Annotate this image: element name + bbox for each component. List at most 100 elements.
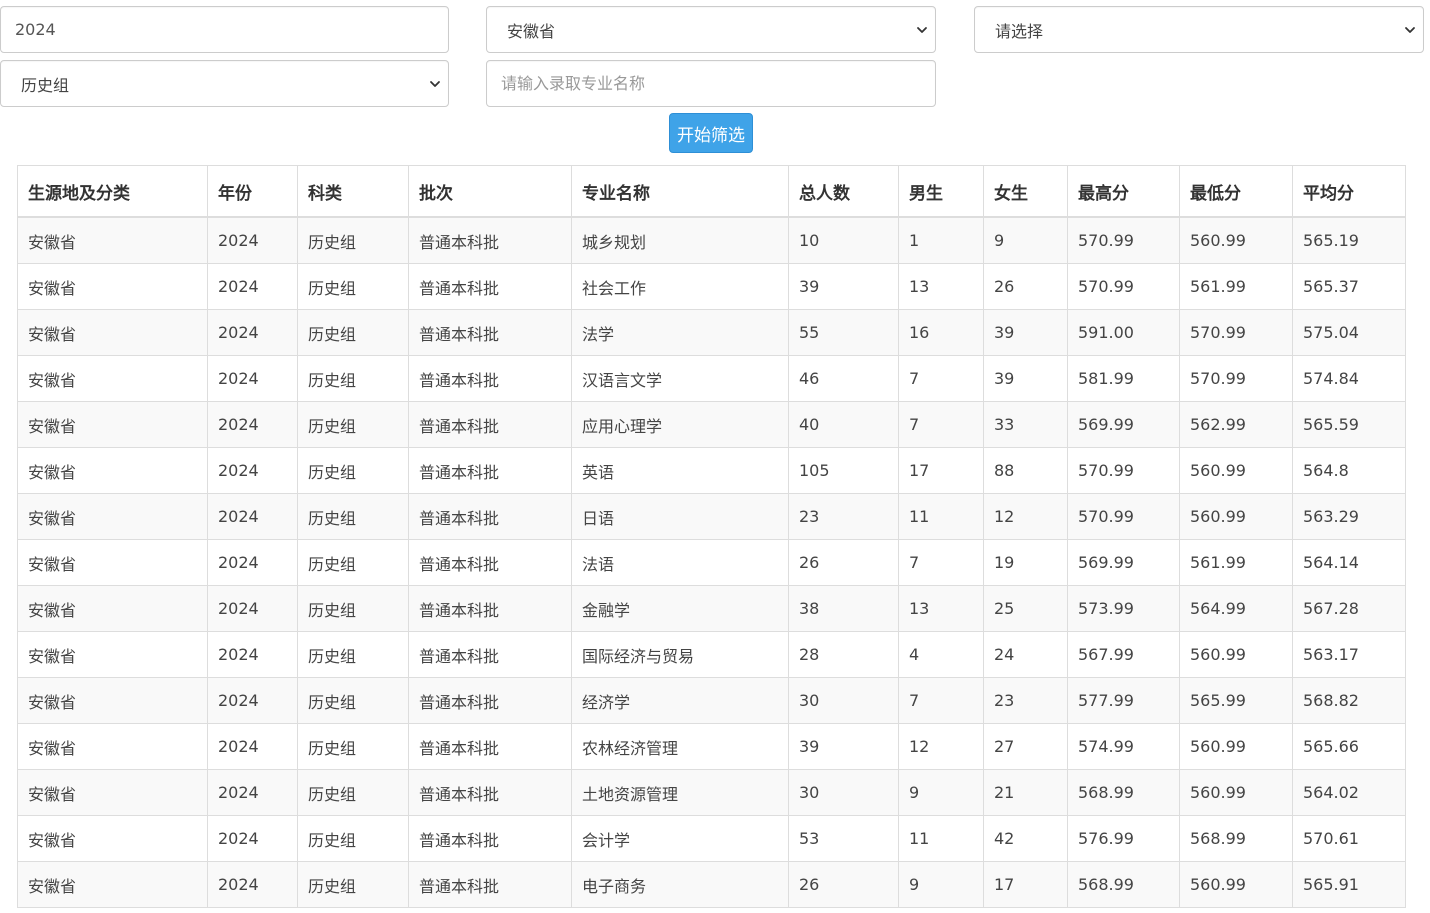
- table-header-col-year: 年份: [207, 165, 298, 218]
- min-score-cell: 564.99: [1179, 585, 1293, 632]
- avg-score-cell: 570.61: [1292, 815, 1406, 862]
- results-table: 生源地及分类 年份 科类 批次 专业名称 总人数 男生 女生 最高分 最低分 平均分 安徽省 2024…: [17, 165, 1406, 908]
- male-cell: 16: [898, 309, 984, 356]
- male-cell: 7: [898, 677, 984, 724]
- batch-cell: 普通本科批: [408, 585, 572, 632]
- year-input-value[interactable]: 2024: [15, 20, 56, 39]
- table-row: 安徽省 2024 历史组 普通本科批 电子商务 26 9 17 568.99 560.99 565.…: [17, 861, 1406, 908]
- subject-select[interactable]: 历史组: [0, 60, 449, 107]
- subject-cell: 历史组: [297, 355, 409, 402]
- subject-cell: 历史组: [297, 447, 409, 494]
- origin-cell: 安徽省: [17, 447, 208, 494]
- female-cell: 19: [983, 539, 1068, 586]
- origin-cell: 安徽省: [17, 769, 208, 816]
- table-header-row: 生源地及分类 年份 科类 批次 专业名称 总人数 男生 女生 最高分 最低分 平均分: [17, 165, 1406, 218]
- avg-score-cell: 564.14: [1292, 539, 1406, 586]
- major-cell: 城乡规划: [571, 216, 789, 264]
- table-header-col-subject: 科类: [297, 165, 409, 218]
- start-filter-button[interactable]: 开始筛选: [669, 113, 753, 153]
- table-row: 安徽省 2024 历史组 普通本科批 经济学 30 7 23 577.99 565.99 568.8…: [17, 677, 1406, 724]
- batch-cell: 普通本科批: [408, 447, 572, 494]
- batch-cell: 普通本科批: [408, 861, 572, 908]
- avg-score-cell: 565.19: [1292, 216, 1406, 264]
- origin-cell: 安徽省: [17, 723, 208, 770]
- female-cell: 17: [983, 861, 1068, 908]
- subject-cell: 历史组: [297, 769, 409, 816]
- major-name-field[interactable]: [486, 60, 936, 107]
- min-score-cell: 565.99: [1179, 677, 1293, 724]
- total-cell: 40: [788, 401, 899, 448]
- table-row: 安徽省 2024 历史组 普通本科批 法语 26 7 19 569.99 561.99 564.14: [17, 539, 1406, 586]
- female-cell: 9: [983, 216, 1068, 264]
- batch-cell: 普通本科批: [408, 263, 572, 310]
- min-score-cell: 560.99: [1179, 769, 1293, 816]
- subject-cell: 历史组: [297, 263, 409, 310]
- province-select-value: 安徽省: [507, 21, 556, 41]
- major-cell: 电子商务: [571, 861, 789, 908]
- batch-cell: 普通本科批: [408, 769, 572, 816]
- subject-cell: 历史组: [297, 677, 409, 724]
- avg-score-cell: 567.28: [1292, 585, 1406, 632]
- max-score-cell: 573.99: [1067, 585, 1180, 632]
- batch-cell: 普通本科批: [408, 539, 572, 586]
- male-cell: 7: [898, 355, 984, 402]
- table-header-col-male: 男生: [898, 165, 984, 218]
- origin-cell: 安徽省: [17, 401, 208, 448]
- batch-cell: 普通本科批: [408, 309, 572, 356]
- year-input[interactable]: 2024: [0, 6, 449, 53]
- origin-cell: 安徽省: [17, 216, 208, 264]
- avg-score-cell: 565.59: [1292, 401, 1406, 448]
- table-row: 安徽省 2024 历史组 普通本科批 法学 55 16 39 591.00 570.99 575.0…: [17, 309, 1406, 356]
- table-row: 安徽省 2024 历史组 普通本科批 国际经济与贸易 28 4 24 567.99 560.99 5…: [17, 631, 1406, 678]
- subject-select-value: 历史组: [21, 75, 70, 95]
- table-row: 安徽省 2024 历史组 普通本科批 英语 105 17 88 570.99 560.99 564.…: [17, 447, 1406, 494]
- male-cell: 9: [898, 769, 984, 816]
- avg-score-cell: 563.29: [1292, 493, 1406, 540]
- major-cell: 农林经济管理: [571, 723, 789, 770]
- min-score-cell: 560.99: [1179, 631, 1293, 678]
- batch-cell: 普通本科批: [408, 815, 572, 862]
- total-cell: 53: [788, 815, 899, 862]
- female-cell: 39: [983, 355, 1068, 402]
- table-header-col-max-score: 最高分: [1067, 165, 1180, 218]
- origin-cell: 安徽省: [17, 861, 208, 908]
- avg-score-cell: 568.82: [1292, 677, 1406, 724]
- male-cell: 11: [898, 493, 984, 540]
- results-table-container: 生源地及分类 年份 科类 批次 专业名称 总人数 男生 女生 最高分 最低分 平均分 安徽省 2024…: [17, 165, 1406, 908]
- major-cell: 社会工作: [571, 263, 789, 310]
- min-score-cell: 570.99: [1179, 355, 1293, 402]
- avg-score-cell: 563.17: [1292, 631, 1406, 678]
- major-cell: 金融学: [571, 585, 789, 632]
- year-cell: 2024: [207, 861, 298, 908]
- province-select[interactable]: 安徽省: [486, 6, 936, 53]
- major-name-input[interactable]: [501, 74, 935, 93]
- max-score-cell: 570.99: [1067, 263, 1180, 310]
- batch-cell: 普通本科批: [408, 355, 572, 402]
- subject-cell: 历史组: [297, 723, 409, 770]
- total-cell: 23: [788, 493, 899, 540]
- male-cell: 11: [898, 815, 984, 862]
- total-cell: 39: [788, 723, 899, 770]
- chevron-down-icon: [1405, 26, 1415, 33]
- male-cell: 13: [898, 585, 984, 632]
- total-cell: 38: [788, 585, 899, 632]
- avg-score-cell: 574.84: [1292, 355, 1406, 402]
- max-score-cell: 570.99: [1067, 447, 1180, 494]
- total-cell: 105: [788, 447, 899, 494]
- total-cell: 30: [788, 677, 899, 724]
- year-cell: 2024: [207, 493, 298, 540]
- year-cell: 2024: [207, 677, 298, 724]
- origin-cell: 安徽省: [17, 815, 208, 862]
- year-cell: 2024: [207, 447, 298, 494]
- major-cell: 国际经济与贸易: [571, 631, 789, 678]
- subject-cell: 历史组: [297, 585, 409, 632]
- major-cell: 法学: [571, 309, 789, 356]
- male-cell: 7: [898, 539, 984, 586]
- max-score-cell: 570.99: [1067, 216, 1180, 264]
- year-cell: 2024: [207, 539, 298, 586]
- table-row: 安徽省 2024 历史组 普通本科批 社会工作 39 13 26 570.99 561.99 565…: [17, 263, 1406, 310]
- year-cell: 2024: [207, 723, 298, 770]
- female-cell: 24: [983, 631, 1068, 678]
- type-select[interactable]: 请选择: [974, 6, 1424, 53]
- max-score-cell: 568.99: [1067, 769, 1180, 816]
